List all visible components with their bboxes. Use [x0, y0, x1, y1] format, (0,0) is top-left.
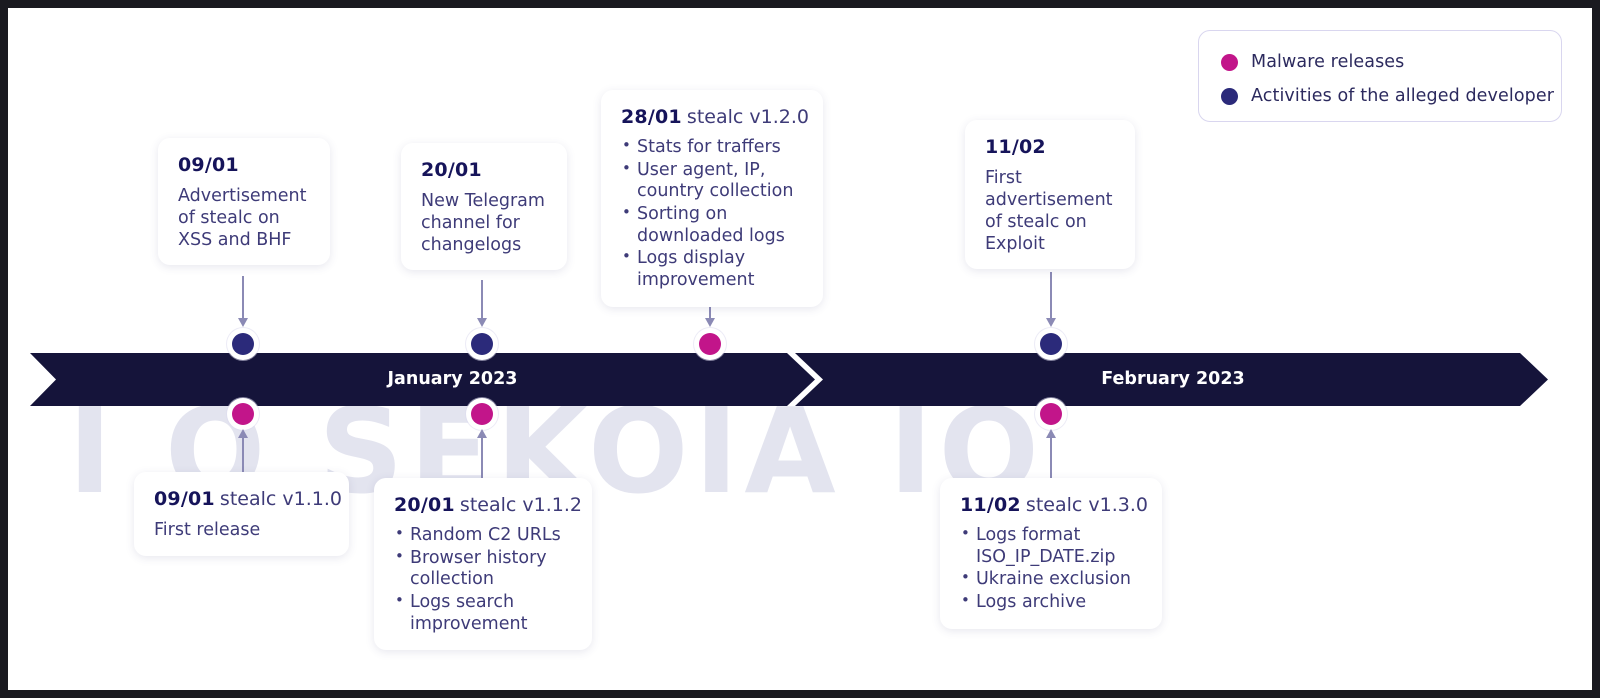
- card-bullet: Logs format ISO_IP_DATE.zip: [960, 524, 1144, 568]
- card-line: changelogs: [421, 235, 522, 256]
- card-header: 11/02 stealc v1.3.0: [960, 494, 1148, 516]
- event-card-top-2[interactable]: 20/01 New Telegram channel for changelog…: [401, 143, 567, 271]
- card-body: First advertisement of stealc on Exploit: [985, 167, 1117, 255]
- card-header: 09/01: [178, 154, 312, 176]
- connector-stem: [242, 276, 244, 320]
- card-line: Exploit: [985, 234, 1045, 255]
- card-line: Advertisement: [178, 186, 307, 206]
- card-version: stealc v1.1.0: [219, 488, 342, 510]
- event-card-top-3[interactable]: 28/01 stealc v1.2.0 Stats for traffers U…: [601, 90, 823, 307]
- card-date: 28/01: [621, 106, 682, 128]
- legend-panel: Malware releases Activities of the alleg…: [1198, 30, 1562, 122]
- card-header: 09/01 stealc v1.1.0: [154, 488, 342, 510]
- card-line: of stealc on: [985, 212, 1087, 233]
- timeline-dot-developer: [1040, 333, 1062, 355]
- card-header: 11/02: [985, 136, 1117, 158]
- event-card-bottom-1[interactable]: 09/01 stealc v1.1.0 First release: [134, 472, 349, 556]
- card-bullet: User agent, IP, country collection: [621, 159, 805, 203]
- card-version: stealc v1.2.0: [686, 106, 809, 128]
- legend-label-malware: Malware releases: [1251, 52, 1405, 72]
- event-card-bottom-3[interactable]: 11/02 stealc v1.3.0 Logs format ISO_IP_D…: [940, 478, 1162, 629]
- timeline-dot-malware: [1040, 403, 1062, 425]
- card-bullet: Logs archive: [960, 591, 1144, 614]
- arrow-down-icon: [704, 318, 715, 327]
- card-header: 20/01: [421, 159, 549, 181]
- timeline-dot-developer: [471, 333, 493, 355]
- card-line: channel for: [421, 213, 520, 234]
- arrow-up-icon: [237, 429, 248, 438]
- timeline-dot-developer: [232, 333, 254, 355]
- card-bullet: Logs display improvement: [621, 247, 805, 291]
- arrow-down-icon: [1045, 318, 1056, 327]
- connector-stem: [1050, 438, 1052, 480]
- card-bullet-list: Logs format ISO_IP_DATE.zip Ukraine excl…: [960, 524, 1144, 614]
- dot-icon-developer: [1221, 87, 1238, 105]
- card-bullet: Sorting on downloaded logs: [621, 203, 805, 247]
- card-version: stealc v1.1.2: [459, 494, 582, 516]
- card-bullet-list: Stats for traffers User agent, IP, count…: [621, 136, 805, 292]
- card-date: 20/01: [421, 159, 482, 181]
- card-date: 11/02: [960, 494, 1021, 516]
- card-line: First: [985, 168, 1022, 188]
- card-body: First release: [154, 519, 331, 542]
- dot-icon-malware: [1221, 53, 1238, 71]
- arrow-down-icon: [476, 318, 487, 327]
- arrow-up-icon: [1045, 429, 1056, 438]
- infographic-canvas: I O SEKOIA IO Malware releases Activitie…: [8, 8, 1592, 690]
- legend-item-malware-releases: Malware releases: [1221, 45, 1561, 79]
- card-bullet: Logs search improvement: [394, 591, 574, 635]
- connector-stem: [481, 438, 483, 480]
- card-bullet: Random C2 URLs: [394, 524, 574, 547]
- event-card-top-1[interactable]: 09/01 Advertisement of stealc on XSS and…: [158, 138, 330, 266]
- card-line: First release: [154, 520, 261, 540]
- timeline-dot-malware: [471, 403, 493, 425]
- connector-stem: [481, 280, 483, 320]
- card-date: 20/01: [394, 494, 455, 516]
- card-line: New Telegram: [421, 191, 545, 211]
- card-line: XSS and BHF: [178, 230, 292, 251]
- card-body: New Telegram channel for changelogs: [421, 190, 549, 256]
- card-body: Advertisement of stealc on XSS and BHF: [178, 185, 312, 251]
- card-line: advertisement: [985, 190, 1113, 211]
- card-date: 11/02: [985, 136, 1046, 158]
- card-date: 09/01: [154, 488, 215, 510]
- card-bullet-list: Random C2 URLs Browser history collectio…: [394, 524, 574, 635]
- connector-stem: [242, 438, 244, 474]
- legend-label-developer: Activities of the alleged developer: [1251, 86, 1555, 106]
- timeline-dot-malware: [232, 403, 254, 425]
- card-bullet: Browser history collection: [394, 547, 574, 591]
- arrow-up-icon: [476, 429, 487, 438]
- card-bullet: Stats for traffers: [621, 136, 805, 159]
- card-header: 28/01 stealc v1.2.0: [621, 106, 809, 128]
- card-line: of stealc on: [178, 208, 280, 229]
- arrow-down-icon: [237, 318, 248, 327]
- card-date: 09/01: [178, 154, 239, 176]
- timeline-dot-malware: [699, 333, 721, 355]
- month-label-february: February 2023: [1101, 369, 1245, 389]
- legend-item-developer-activities: Activities of the alleged developer: [1221, 79, 1561, 113]
- event-card-bottom-2[interactable]: 20/01 stealc v1.1.2 Random C2 URLs Brows…: [374, 478, 592, 651]
- card-bullet: Ukraine exclusion: [960, 568, 1144, 591]
- event-card-top-4[interactable]: 11/02 First advertisement of stealc on E…: [965, 120, 1135, 270]
- card-header: 20/01 stealc v1.1.2: [394, 494, 582, 516]
- card-version: stealc v1.3.0: [1025, 494, 1148, 516]
- month-label-january: January 2023: [387, 369, 518, 389]
- connector-stem: [1050, 272, 1052, 320]
